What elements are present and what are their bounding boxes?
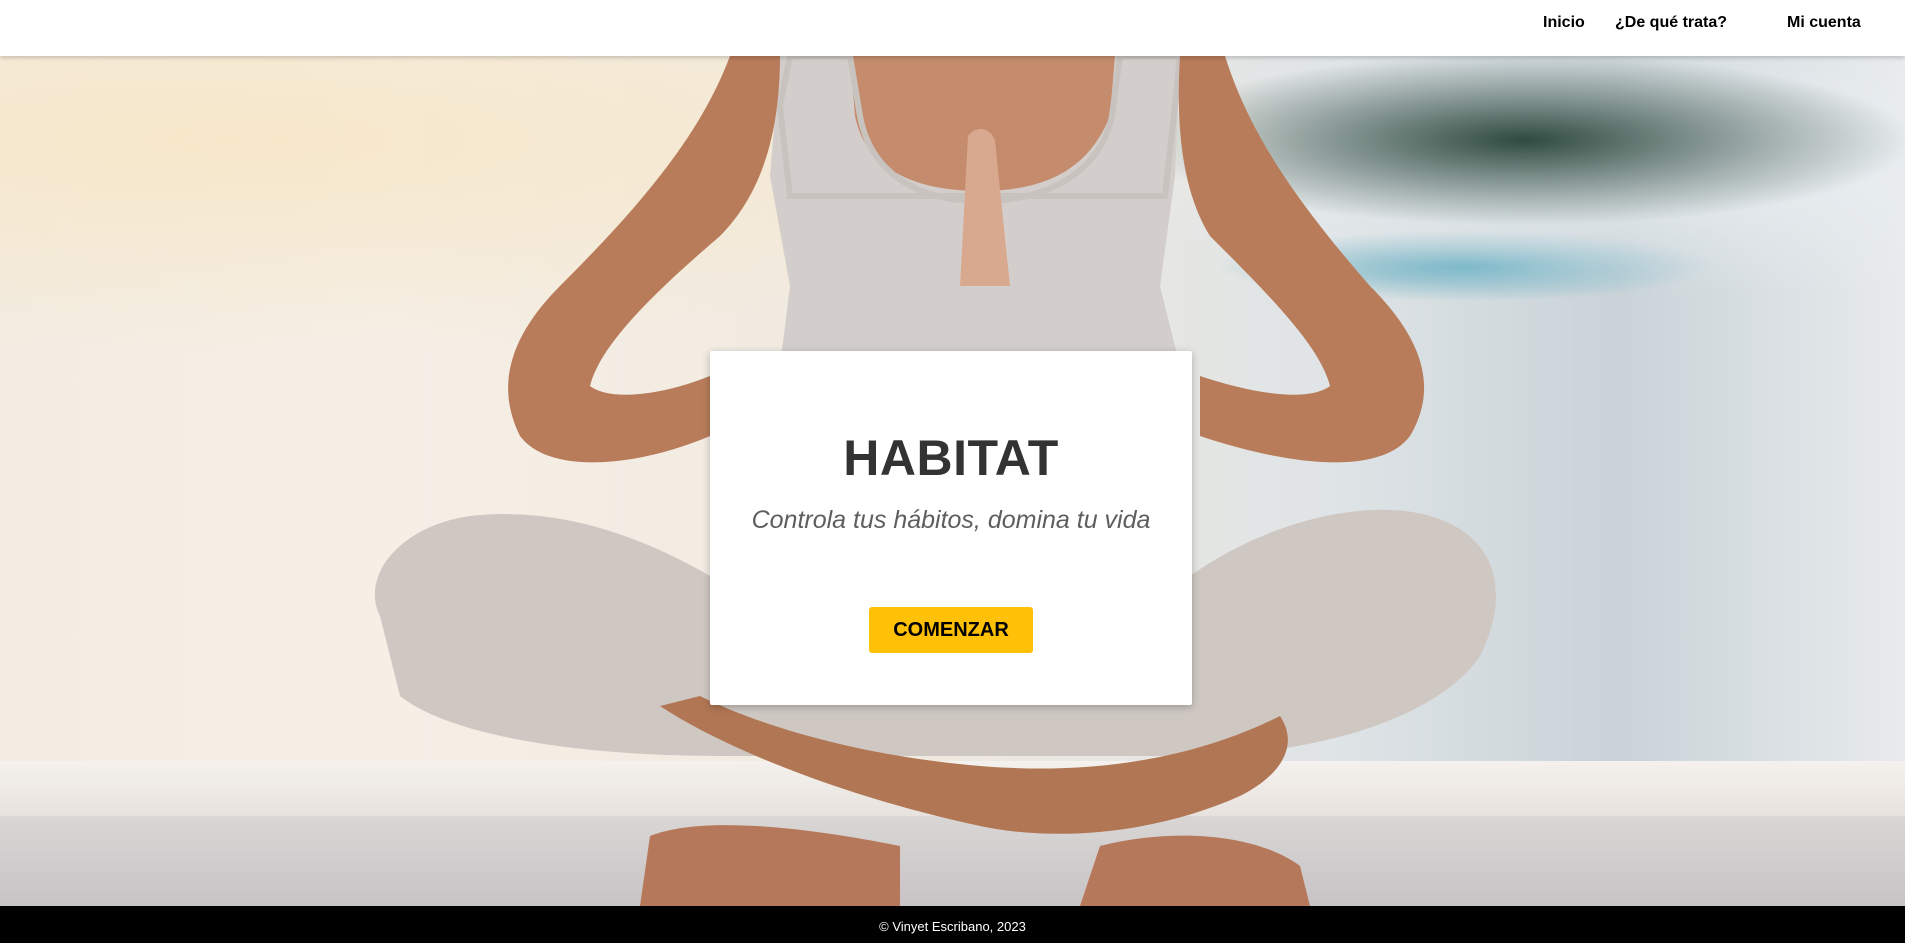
nav-link-inicio[interactable]: Inicio: [1543, 14, 1585, 32]
hero-section: HABITAT Controla tus hábitos, domina tu …: [0, 56, 1905, 906]
footer: © Vinyet Escribano, 2023: [0, 906, 1905, 943]
app-title: HABITAT: [843, 430, 1059, 486]
nav-link-de-que-trata[interactable]: ¿De qué trata?: [1615, 14, 1727, 32]
start-button[interactable]: COMENZAR: [869, 607, 1033, 653]
nav-link-mi-cuenta[interactable]: Mi cuenta: [1787, 14, 1861, 32]
hero-card: HABITAT Controla tus hábitos, domina tu …: [710, 351, 1192, 705]
copyright-text: © Vinyet Escribano, 2023: [879, 919, 1026, 934]
app-tagline: Controla tus hábitos, domina tu vida: [751, 506, 1151, 534]
top-navbar: Inicio ¿De qué trata? Mi cuenta: [0, 0, 1905, 56]
